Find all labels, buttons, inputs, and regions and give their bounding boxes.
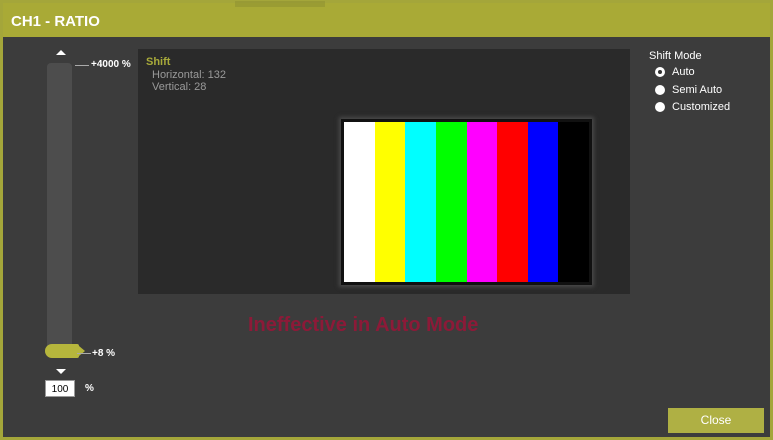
- shift-vertical: Vertical: 28: [152, 81, 207, 93]
- radio-semi-auto[interactable]: Semi Auto: [655, 84, 722, 96]
- color-bar-6: [527, 122, 559, 282]
- slider-min-label: +8 %: [92, 348, 116, 359]
- radio-customized-label: Customized: [672, 101, 731, 113]
- auto-mode-warning: Ineffective in Auto Mode: [248, 314, 479, 336]
- color-bar-0: [344, 122, 375, 282]
- radio-semi-auto-label: Semi Auto: [672, 84, 723, 96]
- slider-max-tick: [75, 65, 89, 66]
- color-bars-image: [341, 119, 592, 285]
- radio-customized-button[interactable]: [655, 102, 665, 112]
- slider-up-arrow-icon[interactable]: [56, 50, 66, 55]
- dialog-title: CH1 - RATIO: [3, 3, 770, 37]
- color-bar-2: [405, 122, 436, 282]
- close-button[interactable]: Close: [668, 408, 764, 433]
- color-bar-3: [435, 122, 467, 282]
- radio-auto-button[interactable]: [655, 67, 665, 77]
- ratio-slider-thumb[interactable]: [45, 344, 85, 358]
- color-bar-7: [558, 122, 589, 282]
- radio-auto-label: Auto: [672, 66, 695, 78]
- ratio-unit-label: %: [85, 383, 94, 394]
- radio-auto[interactable]: Auto: [655, 66, 695, 78]
- slider-min-tick: [77, 353, 91, 354]
- color-bar-5: [497, 122, 528, 282]
- shift-mode-title: Shift Mode: [649, 50, 702, 62]
- slider-max-label: +4000 %: [91, 59, 131, 70]
- ratio-value-input[interactable]: 100: [45, 380, 75, 397]
- shift-horizontal: Horizontal: 132: [152, 69, 226, 81]
- color-bars: [344, 122, 589, 282]
- slider-down-arrow-icon[interactable]: [56, 369, 66, 374]
- radio-customized[interactable]: Customized: [655, 101, 730, 113]
- color-bar-4: [466, 122, 498, 282]
- ratio-dialog: CH1 - RATIO +4000 % +8 % 100 % Shift Hor…: [0, 0, 773, 440]
- radio-semi-auto-button[interactable]: [655, 85, 665, 95]
- shift-title: Shift: [146, 56, 171, 68]
- title-bar-decoration: [235, 1, 325, 7]
- preview-panel: Shift Horizontal: 132 Vertical: 28: [138, 49, 630, 294]
- color-bar-1: [374, 122, 406, 282]
- ratio-slider-track[interactable]: [47, 63, 72, 358]
